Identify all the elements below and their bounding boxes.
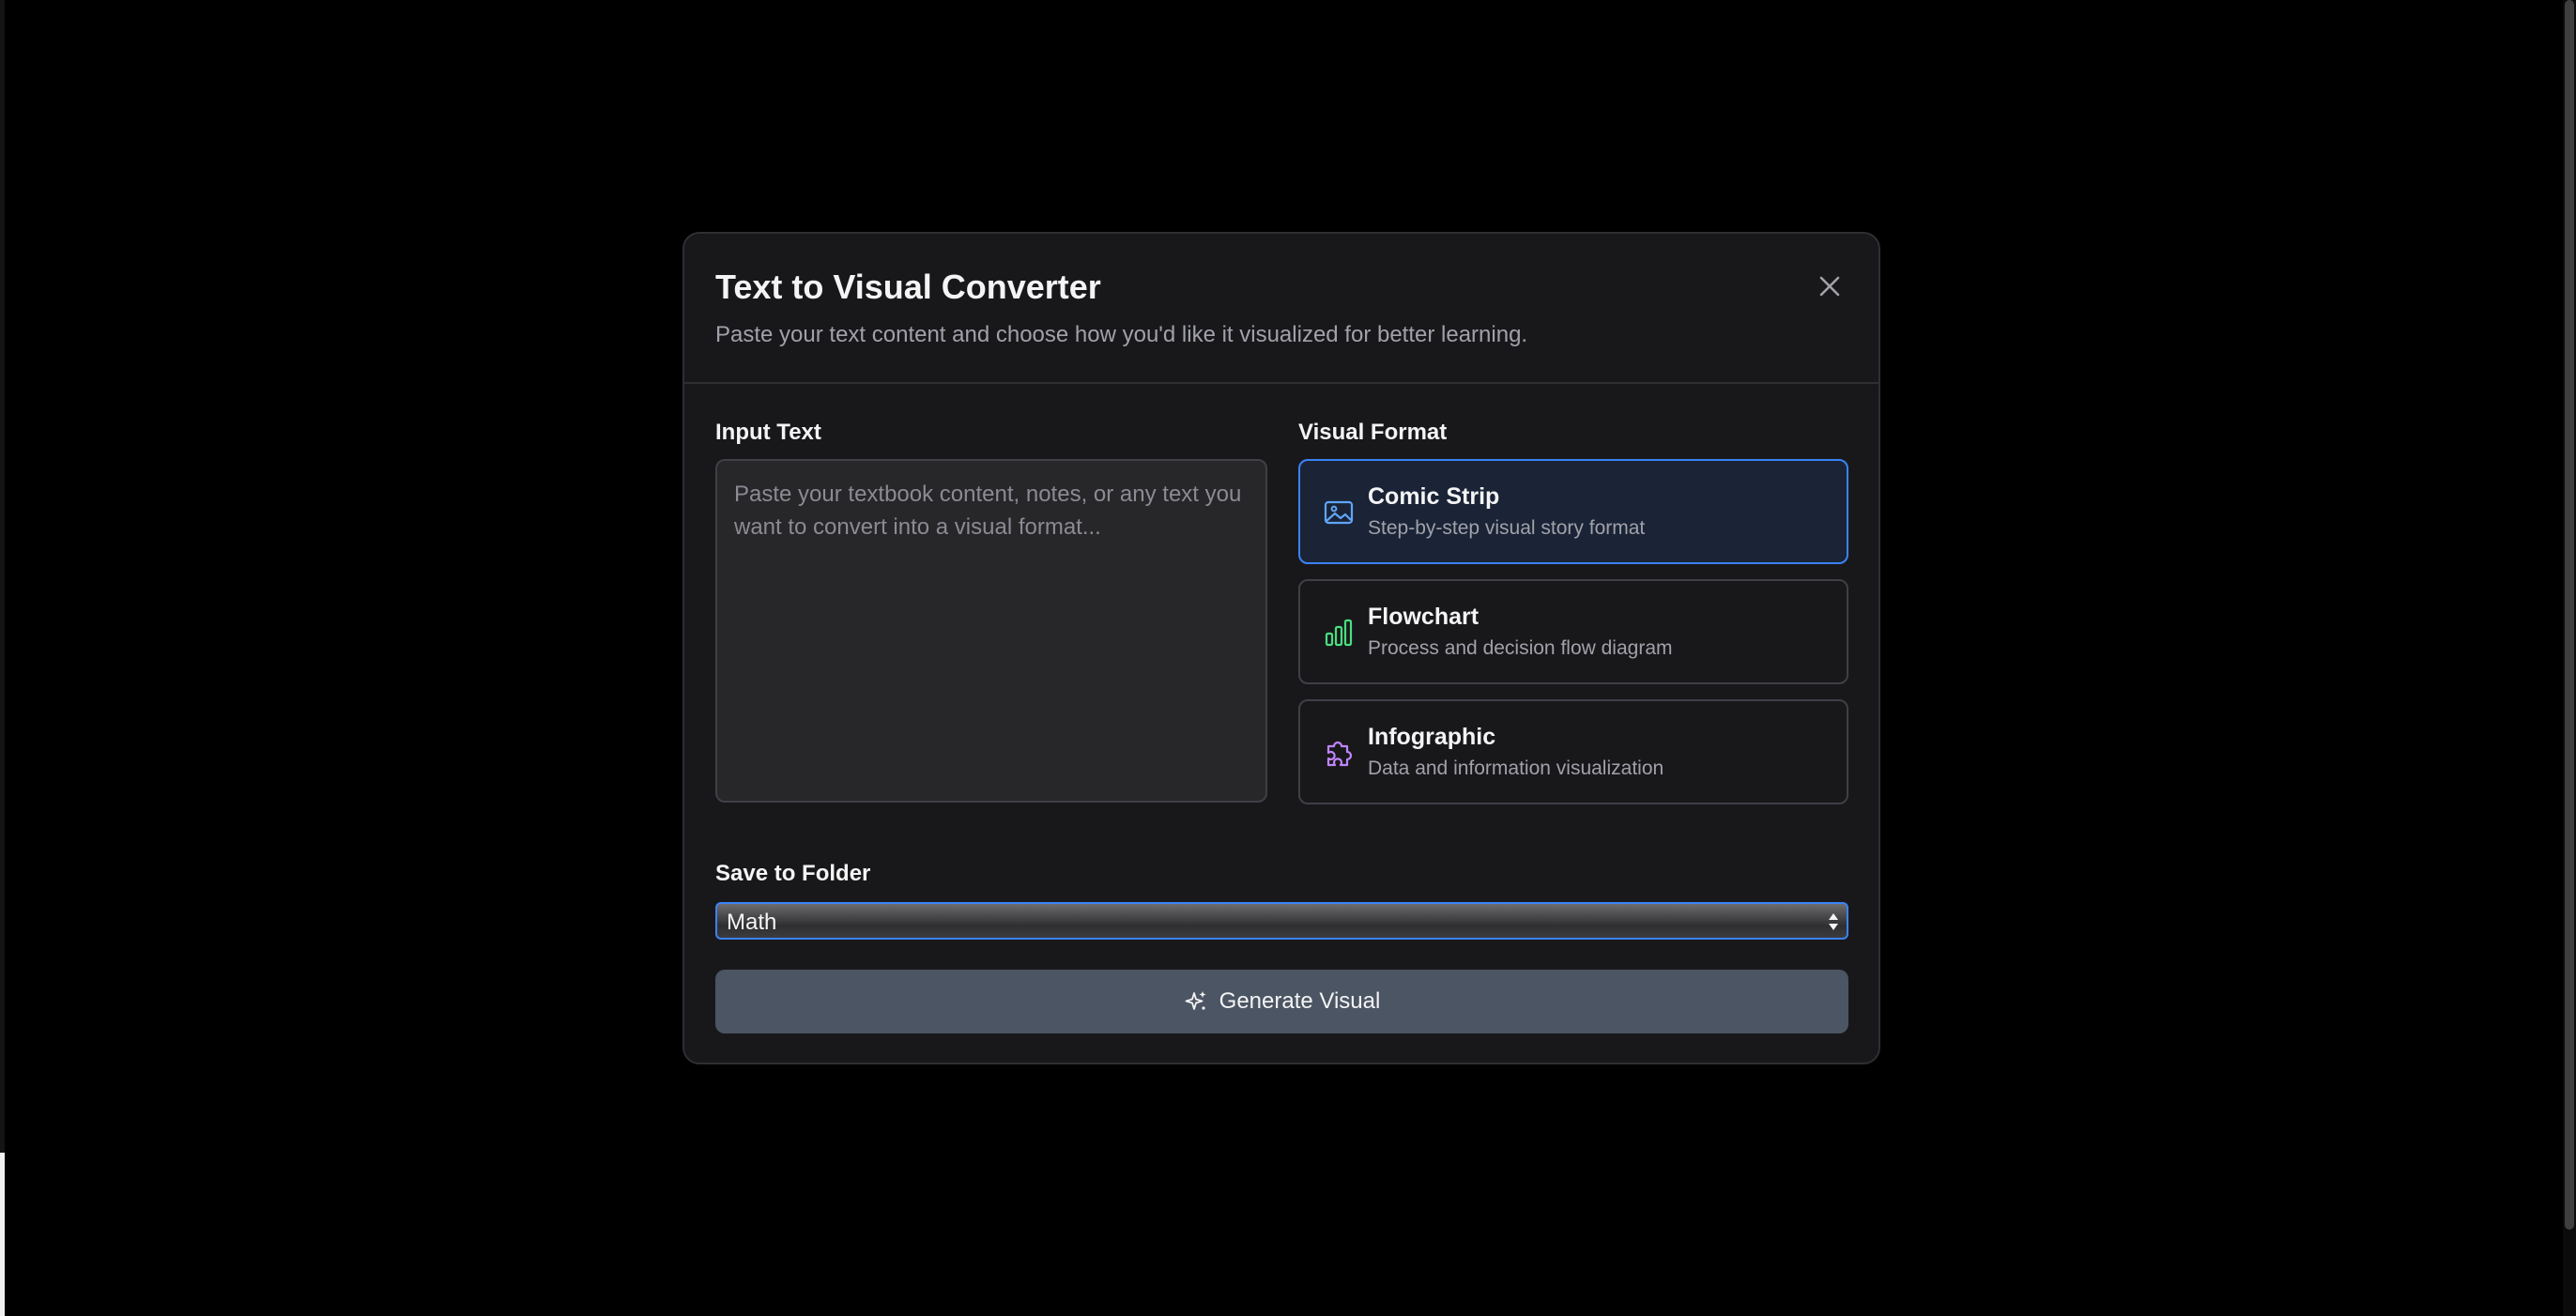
folder-select-value: Math xyxy=(727,910,777,935)
scrollbar-thumb[interactable] xyxy=(2565,0,2574,1230)
bar-chart-icon xyxy=(1325,619,1353,647)
modal-header: Text to Visual Converter Paste your text… xyxy=(684,234,1878,384)
format-option-name: Infographic xyxy=(1368,724,1496,750)
left-window-edge-light xyxy=(0,1153,5,1316)
format-option-infographic[interactable]: Infographic Data and information visuali… xyxy=(1298,699,1848,804)
format-option-description: Process and decision flow diagram xyxy=(1368,637,1673,659)
page: Text to Visual Converter Paste your text… xyxy=(0,0,2576,1316)
save-to-folder-label: Save to Folder xyxy=(715,861,871,886)
generate-visual-button[interactable]: Generate Visual xyxy=(715,970,1848,1033)
format-option-description: Step-by-step visual story format xyxy=(1368,517,1646,539)
page-scrollbar[interactable] xyxy=(2563,0,2576,1316)
select-arrows-icon xyxy=(1829,913,1838,930)
sparkles-icon xyxy=(1185,991,1206,1010)
input-text-area[interactable] xyxy=(715,459,1267,803)
text-to-visual-modal: Text to Visual Converter Paste your text… xyxy=(682,232,1880,1064)
input-text-label: Input Text xyxy=(715,420,821,445)
modal-title: Text to Visual Converter xyxy=(715,268,1101,306)
format-option-description: Data and information visualization xyxy=(1368,757,1664,779)
format-option-comic-strip[interactable]: Comic Strip Step-by-step visual story fo… xyxy=(1298,459,1848,564)
format-option-name: Flowchart xyxy=(1368,604,1480,630)
generate-visual-label: Generate Visual xyxy=(1219,988,1381,1014)
puzzle-icon xyxy=(1326,741,1353,767)
image-icon xyxy=(1324,500,1354,525)
left-window-edge xyxy=(0,0,5,1316)
format-option-name: Comic Strip xyxy=(1368,483,1500,510)
modal-subtitle: Paste your text content and choose how y… xyxy=(715,322,1528,347)
folder-select[interactable]: Math xyxy=(715,902,1848,940)
close-button[interactable] xyxy=(1809,266,1850,307)
close-icon xyxy=(1819,276,1840,297)
visual-format-label: Visual Format xyxy=(1298,420,1448,445)
format-option-flowchart[interactable]: Flowchart Process and decision flow diag… xyxy=(1298,579,1848,684)
